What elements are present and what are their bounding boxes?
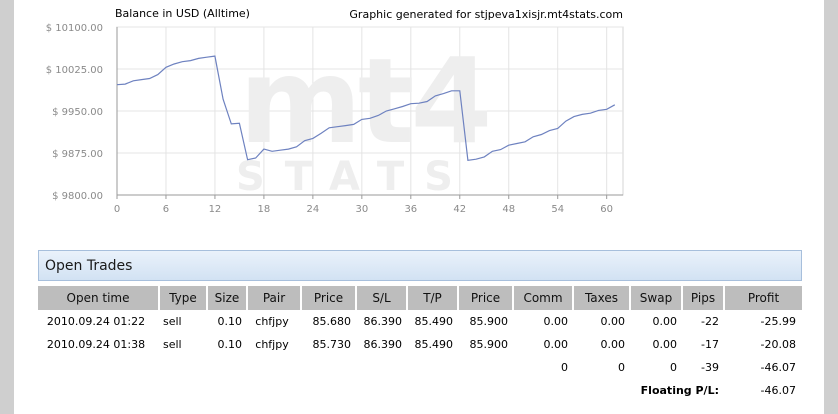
- cell-sl: 86.390: [363, 338, 403, 351]
- col-tp[interactable]: T/P: [408, 286, 459, 310]
- col-open-price[interactable]: Price: [302, 286, 357, 310]
- x-tick-label: 24: [307, 204, 320, 215]
- cell-current-price: 85.900: [469, 338, 509, 351]
- cell-size: 0.10: [217, 315, 243, 328]
- cell-pips: -17: [701, 338, 719, 351]
- col-pips[interactable]: Pips: [683, 286, 725, 310]
- cell-comm: 0.00: [543, 315, 569, 328]
- col-profit[interactable]: Profit: [725, 286, 802, 310]
- col-swap[interactable]: Swap: [631, 286, 683, 310]
- y-tick-label: $ 9950.00: [52, 107, 103, 118]
- y-tick-label: $ 10100.00: [46, 23, 103, 34]
- cell-sl: 86.390: [363, 315, 403, 328]
- cell-profit: -20.08: [760, 338, 796, 351]
- x-tick-label: 30: [355, 204, 368, 215]
- x-tick-label: 12: [209, 204, 222, 215]
- y-tick-label: $ 9875.00: [52, 149, 103, 160]
- y-tick-label: $ 10025.00: [46, 65, 103, 76]
- col-current-price[interactable]: Price: [459, 286, 514, 310]
- col-sl[interactable]: S/L: [357, 286, 408, 310]
- chart-credit: Graphic generated for stjpeva1xisjr.mt4s…: [349, 8, 623, 21]
- col-comm[interactable]: Comm: [514, 286, 574, 310]
- x-tick-label: 6: [163, 204, 169, 215]
- cell-taxes: 0.00: [600, 315, 626, 328]
- chart-title: Balance in USD (Alltime): [115, 7, 250, 20]
- col-size[interactable]: Size: [208, 286, 248, 310]
- cell-taxes: 0.00: [600, 338, 626, 351]
- open-trades-title: Open Trades: [45, 258, 133, 274]
- table-row: 2010.09.24 01:38 sell 0.10 chfjpy 85.730…: [38, 333, 802, 356]
- y-tick-label: $ 9800.00: [52, 191, 103, 202]
- open-trades-header: Open Trades: [38, 250, 802, 281]
- total-profit: -46.07: [760, 361, 796, 374]
- table-row: 2010.09.24 01:22 sell 0.10 chfjpy 85.680…: [38, 310, 802, 333]
- cell-open-time: 2010.09.24 01:38: [46, 338, 146, 351]
- watermark-sub: STATS: [236, 154, 473, 200]
- cell-swap: 0.00: [652, 338, 678, 351]
- cell-open-price: 85.730: [312, 338, 352, 351]
- x-tick-label: 42: [453, 204, 466, 215]
- x-tick-label: 36: [404, 204, 417, 215]
- floating-pl-label: Floating P/L:: [640, 384, 719, 397]
- table-header-row: Open time Type Size Pair Price S/L T/P P…: [38, 286, 802, 310]
- cell-pair: chfjpy: [255, 315, 289, 328]
- cell-comm: 0.00: [543, 338, 569, 351]
- balance-chart: mt4 STATS $ 10100.00 $ 10025.00 $ 9950.00 $…: [46, 23, 624, 215]
- x-tick-label: 18: [258, 204, 271, 215]
- report-page: mt4 STATS $ 10100.00 $ 10025.00 $ 9950.00 $…: [14, 0, 824, 414]
- x-tick-label: 0: [114, 204, 120, 215]
- cell-pair: chfjpy: [255, 338, 289, 351]
- cell-tp: 85.490: [414, 338, 454, 351]
- x-tick-label: 48: [502, 204, 515, 215]
- col-type[interactable]: Type: [160, 286, 208, 310]
- cell-swap: 0.00: [652, 315, 678, 328]
- watermark-logo: mt4: [239, 32, 488, 170]
- x-tick-label: 60: [600, 204, 613, 215]
- total-swap: 0: [670, 361, 677, 374]
- total-comm: 0: [561, 361, 568, 374]
- cell-type: sell: [163, 315, 182, 328]
- cell-size: 0.10: [217, 338, 243, 351]
- cell-open-time: 2010.09.24 01:22: [46, 315, 146, 328]
- totals-row: 0 0 0 -39 -46.07: [38, 356, 802, 379]
- x-tick-label: 54: [551, 204, 564, 215]
- cell-pips: -22: [701, 315, 719, 328]
- col-open-time[interactable]: Open time: [38, 286, 160, 310]
- cell-current-price: 85.900: [469, 315, 509, 328]
- cell-type: sell: [163, 338, 182, 351]
- cell-tp: 85.490: [414, 315, 454, 328]
- floating-pl-value: -46.07: [760, 384, 796, 397]
- col-pair[interactable]: Pair: [248, 286, 302, 310]
- cell-open-price: 85.680: [312, 315, 352, 328]
- open-trades-table: Open time Type Size Pair Price S/L T/P P…: [38, 286, 802, 402]
- floating-pl-row: Floating P/L: -46.07: [38, 379, 802, 402]
- mt4stats-watermark: mt4 STATS: [236, 32, 492, 200]
- total-pips: -39: [701, 361, 719, 374]
- col-taxes[interactable]: Taxes: [574, 286, 631, 310]
- cell-profit: -25.99: [760, 315, 796, 328]
- total-taxes: 0: [618, 361, 625, 374]
